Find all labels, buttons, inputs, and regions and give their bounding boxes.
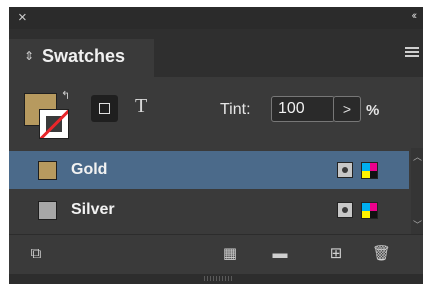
hamburger-icon[interactable] bbox=[405, 47, 419, 59]
tab-swatches[interactable]: ⇕ Swatches bbox=[9, 39, 154, 77]
close-icon[interactable]: × bbox=[18, 9, 27, 26]
collapse-icon[interactable]: ‹‹ bbox=[412, 10, 418, 22]
text-format-icon[interactable]: T bbox=[135, 95, 147, 118]
list-item-silver[interactable]: Silver bbox=[9, 191, 409, 229]
folder-icon[interactable]: ▬ bbox=[271, 245, 289, 263]
color-chip bbox=[38, 161, 57, 180]
resize-grip-icon[interactable] bbox=[204, 276, 234, 281]
swatch-name: Silver bbox=[71, 201, 115, 218]
expand-collapse-icon[interactable]: ⇕ bbox=[24, 49, 34, 63]
delete-swatch-icon[interactable]: 🗑 bbox=[372, 245, 391, 263]
color-chip bbox=[38, 201, 57, 220]
panel-title: Swatches bbox=[42, 46, 126, 66]
scrollbar[interactable]: ︿ ﹀ bbox=[411, 148, 423, 234]
tint-input[interactable] bbox=[271, 96, 335, 122]
resize-strip[interactable] bbox=[9, 274, 423, 284]
cmyk-process-icon bbox=[361, 202, 378, 219]
list-item-gold[interactable]: Gold bbox=[9, 151, 409, 189]
show-swatch-kinds-icon[interactable]: ▦ bbox=[221, 245, 239, 263]
spot-color-icon bbox=[337, 202, 353, 218]
bottom-toolbar: ⧉ ▦ ▬ ⊞ 🗑 bbox=[9, 234, 423, 275]
tint-unit: % bbox=[366, 102, 380, 119]
scroll-up-icon[interactable]: ︿ bbox=[413, 150, 422, 163]
panel-tabbar: ⇕ Swatches bbox=[9, 29, 423, 77]
new-color-group-from-selection-icon[interactable]: ⧉ bbox=[27, 245, 45, 263]
new-swatch-icon[interactable]: ⊞ bbox=[327, 245, 345, 263]
swatches-panel: × ‹‹ ⇕ Swatches ↰ T Tint: > % Gold bbox=[9, 7, 423, 284]
spot-color-icon bbox=[337, 162, 353, 178]
tint-stepper-button[interactable]: > bbox=[333, 96, 361, 122]
swatch-list: Gold Silver bbox=[9, 148, 409, 234]
container-format-icon[interactable] bbox=[91, 95, 118, 122]
cmyk-process-icon bbox=[361, 162, 378, 179]
swatch-name: Gold bbox=[71, 161, 108, 178]
stroke-swatch[interactable] bbox=[39, 109, 69, 139]
tint-label: Tint: bbox=[220, 101, 251, 118]
scroll-down-icon[interactable]: ﹀ bbox=[413, 218, 422, 231]
swap-fill-stroke-icon[interactable]: ↰ bbox=[61, 89, 70, 102]
panel-topbar: × ‹‹ bbox=[9, 7, 423, 29]
